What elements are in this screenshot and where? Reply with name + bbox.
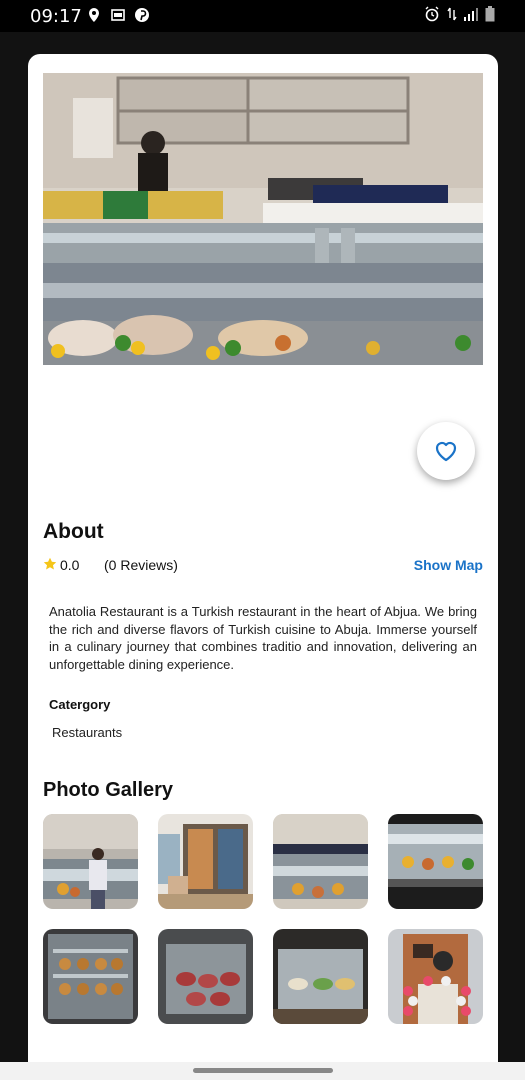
signal-icon bbox=[464, 8, 478, 21]
gallery-photo-food-display[interactable] bbox=[388, 814, 483, 909]
gallery-photo-mural-dining[interactable] bbox=[158, 814, 253, 909]
battery-icon bbox=[485, 6, 495, 22]
gallery-photo-staff-at-counter[interactable] bbox=[43, 814, 138, 909]
gallery-photo-salad-bar[interactable] bbox=[273, 929, 368, 1024]
star-icon bbox=[43, 557, 57, 570]
hero-image bbox=[43, 73, 483, 365]
category-value: Restaurants bbox=[52, 725, 123, 740]
reviews-count[interactable]: (0 Reviews) bbox=[104, 557, 178, 573]
rating-row: 0.0 (0 Reviews) Show Map bbox=[43, 556, 483, 576]
restaurant-detail-card: About 0.0 (0 Reviews) Show Map Anatolia … bbox=[28, 54, 498, 1080]
show-map-link[interactable]: Show Map bbox=[414, 557, 483, 573]
gallery-photo-display-counter[interactable] bbox=[273, 814, 368, 909]
status-time: 09:17 bbox=[30, 6, 82, 27]
location-pin-icon bbox=[89, 8, 99, 22]
photo-gallery-heading: Photo Gallery bbox=[43, 779, 174, 801]
home-indicator[interactable] bbox=[193, 1068, 333, 1073]
favorite-button[interactable] bbox=[417, 422, 475, 480]
alarm-icon bbox=[425, 6, 439, 22]
data-arrows-icon bbox=[447, 7, 457, 21]
pinterest-icon bbox=[135, 8, 149, 22]
status-bar: 09:17 bbox=[0, 0, 525, 32]
gallery-photo-storefront[interactable] bbox=[388, 929, 483, 1024]
category-label: Catergory bbox=[49, 697, 111, 712]
system-nav-bar bbox=[0, 1062, 525, 1080]
heart-outline-icon bbox=[435, 441, 457, 462]
sim-card-icon bbox=[111, 9, 125, 21]
gallery-photo-meat-display[interactable] bbox=[158, 929, 253, 1024]
rating-value: 0.0 bbox=[60, 557, 80, 573]
about-heading: About bbox=[43, 520, 104, 543]
gallery-photo-baked-goods[interactable] bbox=[43, 929, 138, 1024]
restaurant-description: Anatolia Restaurant is a Turkish restaur… bbox=[49, 604, 477, 672]
